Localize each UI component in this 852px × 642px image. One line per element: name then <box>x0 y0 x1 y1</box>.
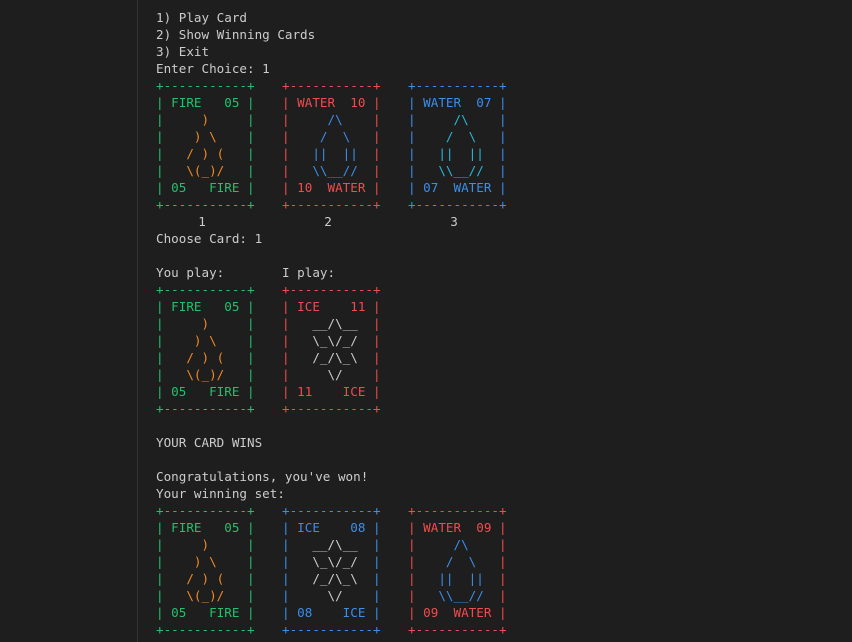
card-line: | \\__// | <box>408 588 507 603</box>
card-line: +-----------+ <box>282 622 381 637</box>
card-line: | /\ | <box>408 537 507 552</box>
card-line: | / ) ( | <box>156 571 255 586</box>
winning-cards: +-----------+ | FIRE 05 | | ) | | ) \ | | / … <box>156 502 852 638</box>
card-line: | FIRE 05 | <box>156 95 255 110</box>
ascii-card: +-----------+ | ICE 08 | | __/\__ | | \_\/_… <box>282 502 408 638</box>
hand-card-numbers: 1 2 3 <box>156 213 852 230</box>
card-number: 3 <box>450 214 458 229</box>
choose-card-prompt: Choose Card: 1 <box>156 231 263 246</box>
ascii-card: +-----------+ | WATER 09 | | /\ | | / \ | | … <box>408 502 534 638</box>
card-line: +-----------+ <box>156 401 255 416</box>
card-line: | / ) ( | <box>156 350 255 365</box>
ascii-card: +-----------+ | FIRE 05 | | ) | | ) \ | | / … <box>156 77 282 213</box>
card-line: | \/ | <box>282 367 381 382</box>
card-line: | / \ | <box>282 129 381 144</box>
card-line: | ) \ | <box>156 333 255 348</box>
card-line: | || || | <box>282 146 381 161</box>
card-line: +-----------+ <box>282 401 381 416</box>
card-line: | / \ | <box>408 129 507 144</box>
card-line: +-----------+ <box>408 197 507 212</box>
you-play-label: You play: <box>156 265 225 280</box>
card-line: | ) | <box>156 316 255 331</box>
played-cards: +-----------+ | FIRE 05 | | ) | | ) \ | | / … <box>156 281 852 417</box>
card-line: +-----------+ <box>156 503 255 518</box>
card-line: +-----------+ <box>282 78 381 93</box>
card-line: +-----------+ <box>408 622 507 637</box>
card-line: | 05 FIRE | <box>156 605 255 620</box>
card-line: | WATER 09 | <box>408 520 507 535</box>
card-line: +-----------+ <box>282 503 381 518</box>
card-line: | ICE 11 | <box>282 299 381 314</box>
congrats-text: Congratulations, you've won! <box>156 469 369 484</box>
card-line: | WATER 10 | <box>282 95 381 110</box>
card-line: | / \ | <box>408 554 507 569</box>
card-line: | ) \ | <box>156 554 255 569</box>
card-line: | || || | <box>408 146 507 161</box>
card-number: 1 <box>198 214 206 229</box>
card-number: 2 <box>324 214 332 229</box>
card-line: | 09 WATER | <box>408 605 507 620</box>
result-text: YOUR CARD WINS <box>156 435 263 450</box>
ascii-card: +-----------+ | WATER 07 | | /\ | | / \ | | … <box>408 77 534 213</box>
enter-choice-prompt: Enter Choice: 1 <box>156 61 270 76</box>
ascii-card: +-----------+ | WATER 10 | | /\ | | / \ | | … <box>282 77 408 213</box>
card-line: | / ) ( | <box>156 146 255 161</box>
card-line: | FIRE 05 | <box>156 520 255 535</box>
card-line: | \\__// | <box>408 163 507 178</box>
card-line: | /_/\_\ | <box>282 571 381 586</box>
card-line: | 05 FIRE | <box>156 384 255 399</box>
card-line: +-----------+ <box>156 78 255 93</box>
card-line: +-----------+ <box>282 197 381 212</box>
card-line: | \/ | <box>282 588 381 603</box>
menu-item: 1) Play Card <box>156 10 247 25</box>
card-line: +-----------+ <box>156 282 255 297</box>
card-line: | 05 FIRE | <box>156 180 255 195</box>
card-line: +-----------+ <box>282 282 381 297</box>
card-line: | WATER 07 | <box>408 95 507 110</box>
hand-cards: +-----------+ | FIRE 05 | | ) | | ) \ | | / … <box>156 77 852 213</box>
card-line: | /\ | <box>408 112 507 127</box>
card-line: +-----------+ <box>408 78 507 93</box>
card-line: | /_/\_\ | <box>282 350 381 365</box>
card-line: | 10 WATER | <box>282 180 381 195</box>
card-line: | __/\__ | <box>282 537 381 552</box>
card-line: | ) | <box>156 537 255 552</box>
card-line: | \(_)/ | <box>156 588 255 603</box>
card-line: | \(_)/ | <box>156 163 255 178</box>
card-line: | FIRE 05 | <box>156 299 255 314</box>
card-line: | \(_)/ | <box>156 367 255 382</box>
i-play-label: I play: <box>282 265 336 280</box>
card-line: | __/\__ | <box>282 316 381 331</box>
card-line: +-----------+ <box>156 197 255 212</box>
ascii-card: +-----------+ | ICE 11 | | __/\__ | | \_\/_… <box>282 281 408 417</box>
card-line: | \_\/_/ | <box>282 333 381 348</box>
card-line: | /\ | <box>282 112 381 127</box>
winning-set-label: Your winning set: <box>156 486 285 501</box>
card-line: | ICE 08 | <box>282 520 381 535</box>
card-line: +-----------+ <box>408 503 507 518</box>
card-line: | 08 ICE | <box>282 605 381 620</box>
editor-gutter <box>0 0 138 642</box>
menu-item: 3) Exit <box>156 44 210 59</box>
card-line: +-----------+ <box>156 622 255 637</box>
card-line: | ) \ | <box>156 129 255 144</box>
card-line: | 11 ICE | <box>282 384 381 399</box>
menu-item: 2) Show Winning Cards <box>156 27 316 42</box>
play-labels: You play: I play: <box>156 264 852 281</box>
ascii-card: +-----------+ | FIRE 05 | | ) | | ) \ | | / … <box>156 502 282 638</box>
card-line: | \_\/_/ | <box>282 554 381 569</box>
card-line: | 07 WATER | <box>408 180 507 195</box>
card-line: | ) | <box>156 112 255 127</box>
ascii-card: +-----------+ | FIRE 05 | | ) | | ) \ | | / … <box>156 281 282 417</box>
card-line: | \\__// | <box>282 163 381 178</box>
terminal-output: 1) Play Card 2) Show Winning Cards 3) Ex… <box>156 9 852 638</box>
card-line: | || || | <box>408 571 507 586</box>
